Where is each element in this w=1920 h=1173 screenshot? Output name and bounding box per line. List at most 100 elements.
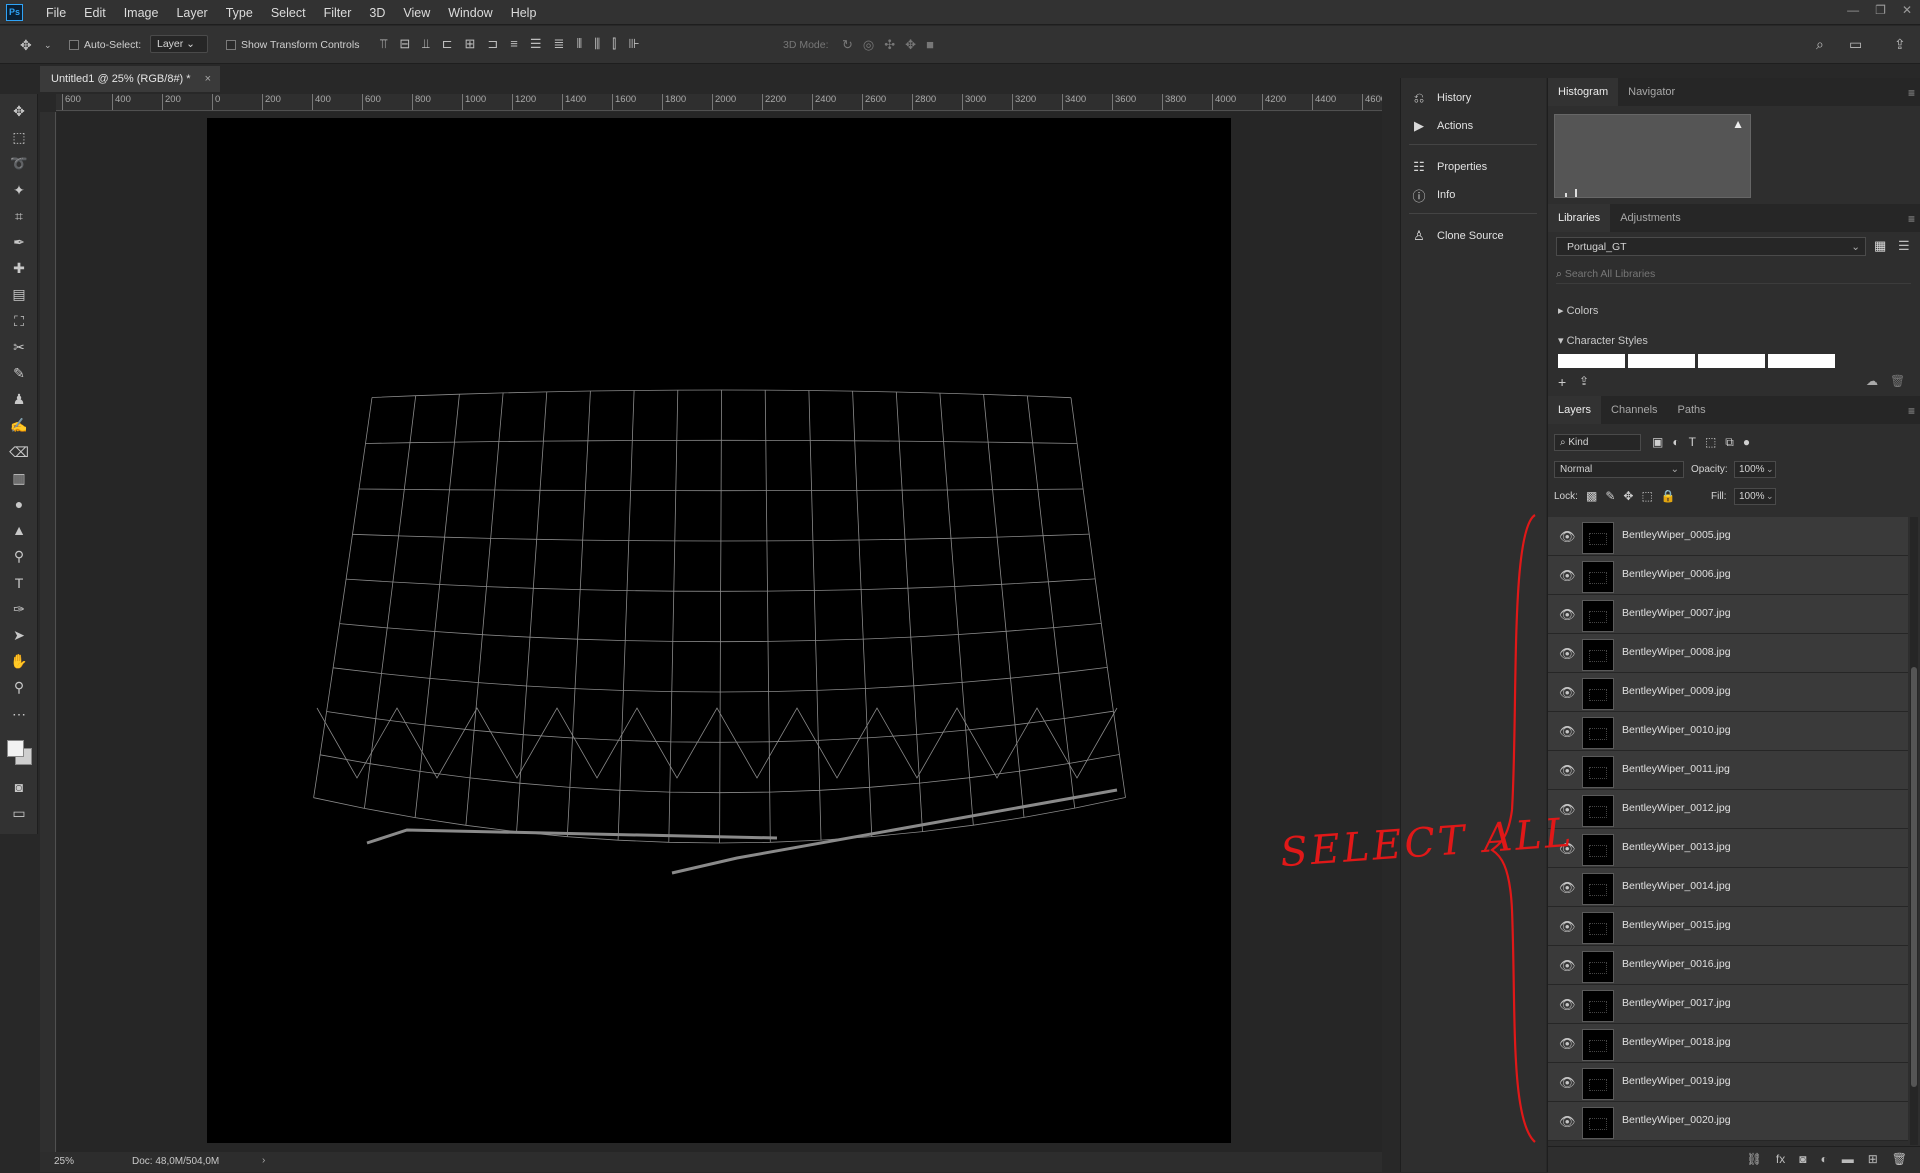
blend-mode-dropdown[interactable]: Normal ⌄ — [1554, 461, 1684, 478]
menu-type[interactable]: Type — [217, 6, 262, 20]
chevron-down-icon[interactable]: ⌄ — [1766, 491, 1774, 502]
history-panel-button[interactable]: ⎌ History — [1411, 87, 1471, 109]
visibility-eye-icon[interactable]: 👁 — [1559, 763, 1576, 779]
patch-tool-icon[interactable]: ▤ — [8, 283, 30, 305]
layer-name[interactable]: BentleyWiper_0016.jpg — [1622, 958, 1731, 970]
menu-select[interactable]: Select — [262, 6, 315, 20]
layer-row[interactable]: 👁 BentleyWiper_0020.jpg — [1548, 1102, 1908, 1141]
dist-vcenter-icon[interactable]: ☰ — [530, 37, 542, 51]
menu-3d[interactable]: 3D — [360, 6, 394, 20]
scroll-thumb[interactable] — [1911, 667, 1917, 1087]
slide-3d-icon[interactable]: ✥ — [905, 37, 916, 53]
content-aware-move-icon[interactable]: ✂ — [8, 336, 30, 358]
layer-mask-icon[interactable]: ◙ — [1799, 1152, 1806, 1166]
align-top-icon[interactable]: ⫪ — [380, 37, 387, 51]
visibility-eye-icon[interactable]: 👁 — [1559, 880, 1576, 896]
dist-hcenter-icon[interactable]: ⫼ — [594, 37, 600, 51]
filter-kind-dropdown[interactable]: ⌕ Kind — [1554, 434, 1641, 451]
layer-name[interactable]: BentleyWiper_0009.jpg — [1622, 685, 1731, 697]
stamp-tool-icon[interactable]: ⛶ — [8, 310, 30, 332]
layer-row[interactable]: 👁 BentleyWiper_0013.jpg — [1548, 829, 1908, 868]
layer-name[interactable]: BentleyWiper_0017.jpg — [1622, 997, 1731, 1009]
style-swatch[interactable] — [1768, 354, 1835, 368]
trash-icon[interactable]: 🗑 — [1890, 374, 1905, 388]
grid-view-icon[interactable]: ▦ — [1874, 238, 1886, 254]
layer-name[interactable]: BentleyWiper_0018.jpg — [1622, 1036, 1731, 1048]
more-tools-icon[interactable]: ⋯ — [8, 703, 30, 725]
screen-mode-icon[interactable]: ▭ — [8, 802, 30, 824]
layer-row[interactable]: 👁 BentleyWiper_0018.jpg — [1548, 1024, 1908, 1063]
clone-stamp-icon[interactable]: ♟ — [8, 388, 30, 410]
add-icon[interactable]: + — [1558, 374, 1566, 390]
sharpen-tool-icon[interactable]: ▲ — [8, 519, 30, 541]
layers-scrollbar[interactable] — [1910, 517, 1918, 1145]
lock-position-icon[interactable]: ✥ — [1623, 489, 1633, 503]
layer-row[interactable]: 👁 BentleyWiper_0017.jpg — [1548, 985, 1908, 1024]
style-swatch[interactable] — [1628, 354, 1695, 368]
align-vcenter-icon[interactable]: ⊟ — [399, 37, 410, 51]
visibility-eye-icon[interactable]: 👁 — [1559, 958, 1576, 974]
layer-row[interactable]: 👁 BentleyWiper_0011.jpg — [1548, 751, 1908, 790]
lock-pixels-icon[interactable]: ✎ — [1605, 489, 1615, 503]
lasso-tool-icon[interactable]: ➰ — [8, 152, 30, 174]
layer-row[interactable]: 👁 BentleyWiper_0019.jpg — [1548, 1063, 1908, 1102]
tab-navigator[interactable]: Navigator — [1618, 78, 1685, 106]
tab-libraries[interactable]: Libraries — [1548, 204, 1611, 232]
dist-left-icon[interactable]: ⦀ — [576, 37, 582, 51]
path-selection-icon[interactable]: ➤ — [8, 624, 30, 646]
align-hcenter-icon[interactable]: ⊞ — [464, 37, 475, 51]
menu-help[interactable]: Help — [502, 6, 546, 20]
visibility-eye-icon[interactable]: 👁 — [1559, 1075, 1576, 1091]
visibility-eye-icon[interactable]: 👁 — [1559, 724, 1576, 740]
eyedropper-icon[interactable]: ✒ — [8, 231, 30, 253]
panel-menu-icon[interactable]: ≡ — [1908, 86, 1915, 100]
layer-row[interactable]: 👁 BentleyWiper_0014.jpg — [1548, 868, 1908, 907]
camera-icon[interactable]: ■ — [926, 37, 934, 53]
restore-icon[interactable]: ❐ — [1875, 3, 1886, 17]
workspace-icon[interactable]: ▭ — [1849, 37, 1862, 51]
magic-wand-icon[interactable]: ✦ — [8, 179, 30, 201]
move-tool-icon[interactable]: ✥ — [8, 100, 30, 122]
dist-right-icon[interactable]: ⫿ — [612, 37, 616, 51]
crop-tool-icon[interactable]: ⌗ — [8, 205, 30, 227]
healing-brush-icon[interactable]: ✚ — [8, 257, 30, 279]
lock-artboard-icon[interactable]: ⬚ — [1641, 489, 1652, 503]
visibility-eye-icon[interactable]: 👁 — [1559, 607, 1576, 623]
layer-row[interactable]: 👁 BentleyWiper_0005.jpg — [1548, 517, 1908, 556]
close-tab-icon[interactable]: × — [205, 66, 211, 92]
layer-row[interactable]: 👁 BentleyWiper_0008.jpg — [1548, 634, 1908, 673]
library-search[interactable]: ⌕ Search All Libraries — [1556, 265, 1911, 284]
layer-row[interactable]: 👁 BentleyWiper_0012.jpg — [1548, 790, 1908, 829]
layer-row[interactable]: 👁 BentleyWiper_0009.jpg — [1548, 673, 1908, 712]
move-tool-icon[interactable]: ✥ — [20, 38, 32, 52]
fx-icon[interactable]: fx — [1776, 1152, 1785, 1166]
visibility-eye-icon[interactable]: 👁 — [1559, 1114, 1576, 1130]
shape-filter-icon[interactable]: ⬚ — [1705, 435, 1716, 450]
rotate-3d-icon[interactable]: ↻ — [842, 37, 853, 53]
auto-align-icon[interactable]: ⊪ — [628, 37, 639, 51]
layer-name[interactable]: BentleyWiper_0014.jpg — [1622, 880, 1731, 892]
layer-row[interactable]: 👁 BentleyWiper_0007.jpg — [1548, 595, 1908, 634]
share-icon[interactable]: ⇪ — [1894, 37, 1906, 51]
layer-name[interactable]: BentleyWiper_0007.jpg — [1622, 607, 1731, 619]
style-swatch[interactable] — [1558, 354, 1625, 368]
layer-row[interactable]: 👁 BentleyWiper_0016.jpg — [1548, 946, 1908, 985]
layer-name[interactable]: BentleyWiper_0011.jpg — [1622, 763, 1730, 775]
dist-bottom-icon[interactable]: ≣ — [554, 37, 565, 51]
menu-image[interactable]: Image — [115, 6, 168, 20]
search-icon[interactable]: ⌕ — [1816, 37, 1824, 51]
menu-filter[interactable]: Filter — [315, 6, 361, 20]
dist-top-icon[interactable]: ≡ — [510, 37, 518, 51]
upload-icon[interactable]: ⇪ — [1579, 374, 1589, 388]
history-brush-icon[interactable]: ✍ — [8, 414, 30, 436]
layer-row[interactable]: 👁 BentleyWiper_0006.jpg — [1548, 556, 1908, 595]
layer-name[interactable]: BentleyWiper_0015.jpg — [1622, 919, 1731, 931]
auto-select-checkbox[interactable] — [69, 40, 79, 50]
visibility-eye-icon[interactable]: 👁 — [1559, 529, 1576, 545]
type-filter-icon[interactable]: T — [1689, 435, 1696, 450]
foreground-color-swatch[interactable] — [7, 740, 24, 757]
align-right-icon[interactable]: ⊐ — [487, 37, 498, 51]
tab-layers[interactable]: Layers — [1548, 396, 1602, 424]
chevron-down-icon[interactable]: ⌄ — [44, 38, 52, 52]
image-filter-icon[interactable]: ▣ — [1652, 435, 1663, 450]
